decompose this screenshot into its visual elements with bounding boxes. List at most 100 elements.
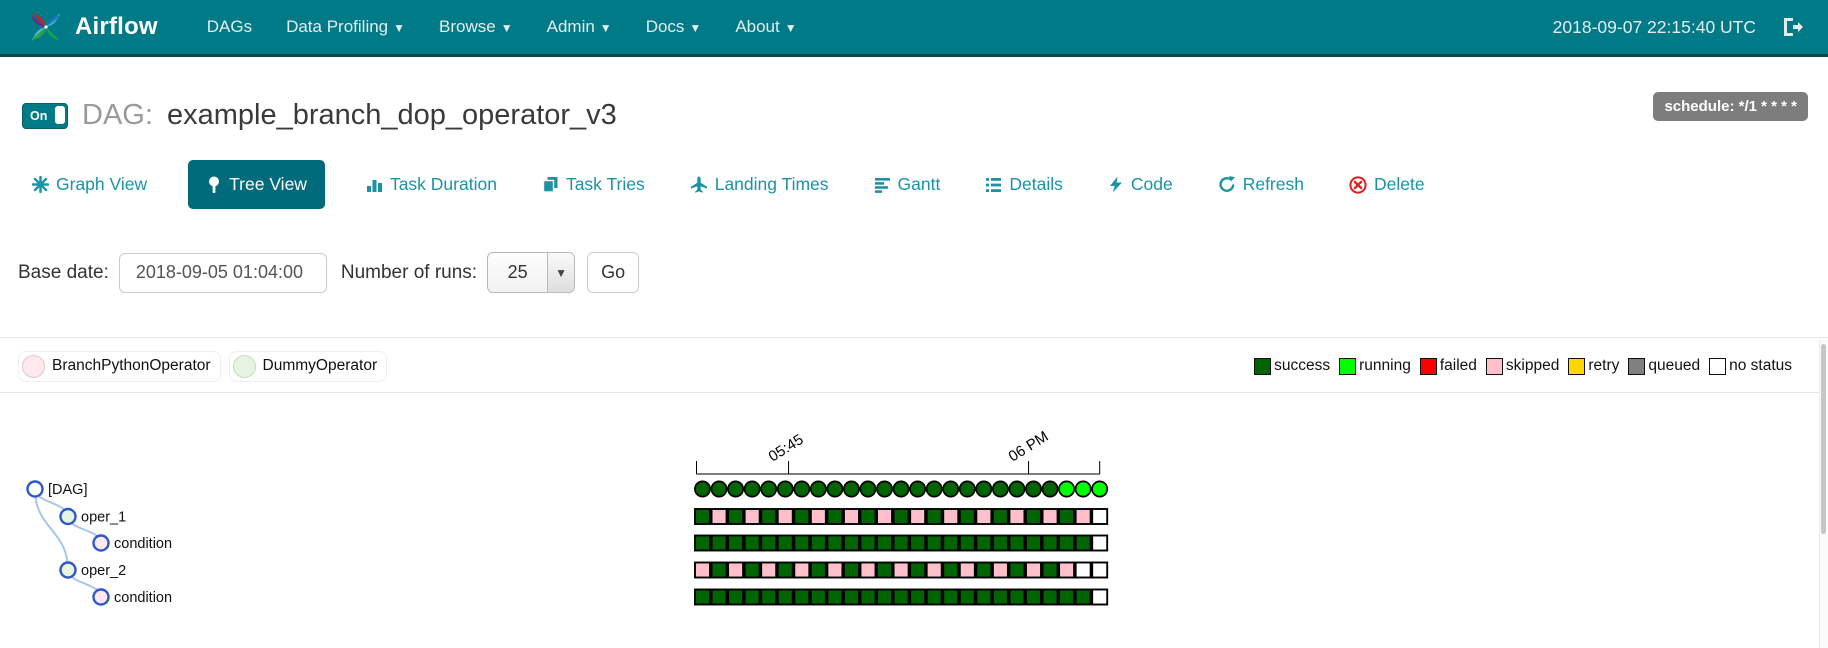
task-instance-cell[interactable] xyxy=(710,534,728,552)
dag-run-circle[interactable] xyxy=(710,480,728,498)
task-instance-cell[interactable] xyxy=(843,508,860,525)
task-instance-cell[interactable] xyxy=(826,561,844,579)
tab-code[interactable]: Code xyxy=(1104,160,1177,209)
task-instance-cell[interactable] xyxy=(1008,508,1026,525)
task-instance-cell[interactable] xyxy=(1074,534,1092,552)
tab-tree-view[interactable]: Tree View xyxy=(188,160,325,209)
task-instance-cell[interactable] xyxy=(1008,561,1026,579)
task-instance-cell[interactable] xyxy=(925,561,943,579)
task-instance-cell[interactable] xyxy=(776,534,794,552)
task-instance-cell[interactable] xyxy=(743,561,761,579)
dag-run-circle[interactable] xyxy=(942,480,960,498)
task-instance-cell[interactable] xyxy=(694,561,711,579)
tab-delete[interactable]: Delete xyxy=(1345,160,1429,209)
num-runs-select[interactable]: 25 ▼ xyxy=(487,252,576,293)
task-instance-cell[interactable] xyxy=(958,508,976,525)
task-instance-cell[interactable] xyxy=(859,588,877,606)
dag-run-circle[interactable] xyxy=(776,480,794,498)
task-instance-cell[interactable] xyxy=(859,534,877,552)
task-instance-cell[interactable] xyxy=(793,561,811,579)
task-instance-cell[interactable] xyxy=(1091,534,1109,552)
task-instance-cell[interactable] xyxy=(843,588,860,606)
task-instance-cell[interactable] xyxy=(727,561,745,579)
task-instance-cell[interactable] xyxy=(892,508,910,525)
dag-run-circle[interactable] xyxy=(793,480,811,498)
dag-run-circle[interactable] xyxy=(909,480,927,498)
task-instance-cell[interactable] xyxy=(1074,588,1092,606)
dag-run-circle[interactable] xyxy=(826,480,844,498)
tab-gantt[interactable]: Gantt xyxy=(870,160,945,209)
task-instance-cell[interactable] xyxy=(727,534,745,552)
task-instance-cell[interactable] xyxy=(1041,588,1059,606)
dag-run-circle[interactable] xyxy=(991,480,1009,498)
task-instance-cell[interactable] xyxy=(826,588,844,606)
task-instance-cell[interactable] xyxy=(925,508,943,525)
task-instance-cell[interactable] xyxy=(1058,588,1076,606)
dag-run-circle[interactable] xyxy=(876,480,894,498)
task-instance-cell[interactable] xyxy=(710,508,728,525)
task-instance-cell[interactable] xyxy=(892,561,910,579)
task-instance-cell[interactable] xyxy=(876,561,893,579)
task-instance-cell[interactable] xyxy=(991,508,1009,525)
scrollbar-thumb[interactable] xyxy=(1821,344,1826,534)
task-instance-cell[interactable] xyxy=(942,508,960,525)
task-instance-cell[interactable] xyxy=(1025,588,1042,606)
task-instance-cell[interactable] xyxy=(776,561,794,579)
task-instance-cell[interactable] xyxy=(776,588,794,606)
dag-run-circle[interactable] xyxy=(727,480,745,498)
task-instance-cell[interactable] xyxy=(942,588,960,606)
task-instance-cell[interactable] xyxy=(1091,561,1109,579)
task-instance-cell[interactable] xyxy=(1041,508,1059,525)
task-instance-cell[interactable] xyxy=(826,534,844,552)
dag-run-circle[interactable] xyxy=(1091,480,1109,498)
task-instance-cell[interactable] xyxy=(710,561,728,579)
logout-icon[interactable] xyxy=(1782,17,1804,37)
task-instance-cell[interactable] xyxy=(694,588,711,606)
task-instance-cell[interactable] xyxy=(760,534,778,552)
task-instance-cell[interactable] xyxy=(809,534,827,552)
dag-on-off-toggle[interactable]: On xyxy=(22,102,68,129)
dag-run-circle[interactable] xyxy=(1058,480,1076,498)
dag-run-circle[interactable] xyxy=(1025,480,1042,498)
vertical-scrollbar[interactable] xyxy=(1819,340,1828,648)
task-instance-cell[interactable] xyxy=(760,561,778,579)
tree-node-dag[interactable] xyxy=(26,480,44,498)
task-instance-cell[interactable] xyxy=(710,588,728,606)
task-instance-cell[interactable] xyxy=(1058,561,1076,579)
task-instance-cell[interactable] xyxy=(975,508,993,525)
task-instance-cell[interactable] xyxy=(909,534,927,552)
task-instance-cell[interactable] xyxy=(809,508,827,525)
task-instance-cell[interactable] xyxy=(925,534,943,552)
task-instance-cell[interactable] xyxy=(1041,561,1059,579)
task-instance-cell[interactable] xyxy=(1008,534,1026,552)
task-instance-cell[interactable] xyxy=(975,534,993,552)
tab-refresh[interactable]: Refresh xyxy=(1214,160,1308,209)
task-instance-cell[interactable] xyxy=(843,534,860,552)
dag-run-circle[interactable] xyxy=(958,480,976,498)
task-instance-cell[interactable] xyxy=(760,588,778,606)
nav-item-browse[interactable]: Browse ▼ xyxy=(424,7,528,47)
task-instance-cell[interactable] xyxy=(942,561,960,579)
task-instance-cell[interactable] xyxy=(1074,561,1092,579)
task-instance-cell[interactable] xyxy=(760,508,778,525)
dag-run-circle[interactable] xyxy=(1008,480,1026,498)
task-instance-cell[interactable] xyxy=(876,588,893,606)
dag-run-circle[interactable] xyxy=(925,480,943,498)
task-instance-cell[interactable] xyxy=(991,588,1009,606)
task-instance-cell[interactable] xyxy=(776,508,794,525)
task-instance-cell[interactable] xyxy=(909,588,927,606)
task-instance-cell[interactable] xyxy=(1008,588,1026,606)
task-instance-cell[interactable] xyxy=(975,588,993,606)
dag-run-circle[interactable] xyxy=(743,480,761,498)
nav-item-data-profiling[interactable]: Data Profiling ▼ xyxy=(271,7,420,47)
task-instance-cell[interactable] xyxy=(991,561,1009,579)
task-instance-cell[interactable] xyxy=(859,561,877,579)
nav-item-about[interactable]: About ▼ xyxy=(720,7,811,47)
nav-item-admin[interactable]: Admin ▼ xyxy=(532,7,627,47)
tab-graph-view[interactable]: Graph View xyxy=(28,160,151,209)
task-instance-cell[interactable] xyxy=(1058,508,1076,525)
task-instance-cell[interactable] xyxy=(1025,508,1042,525)
task-instance-cell[interactable] xyxy=(925,588,943,606)
dag-run-circle[interactable] xyxy=(892,480,910,498)
task-instance-cell[interactable] xyxy=(876,508,893,525)
